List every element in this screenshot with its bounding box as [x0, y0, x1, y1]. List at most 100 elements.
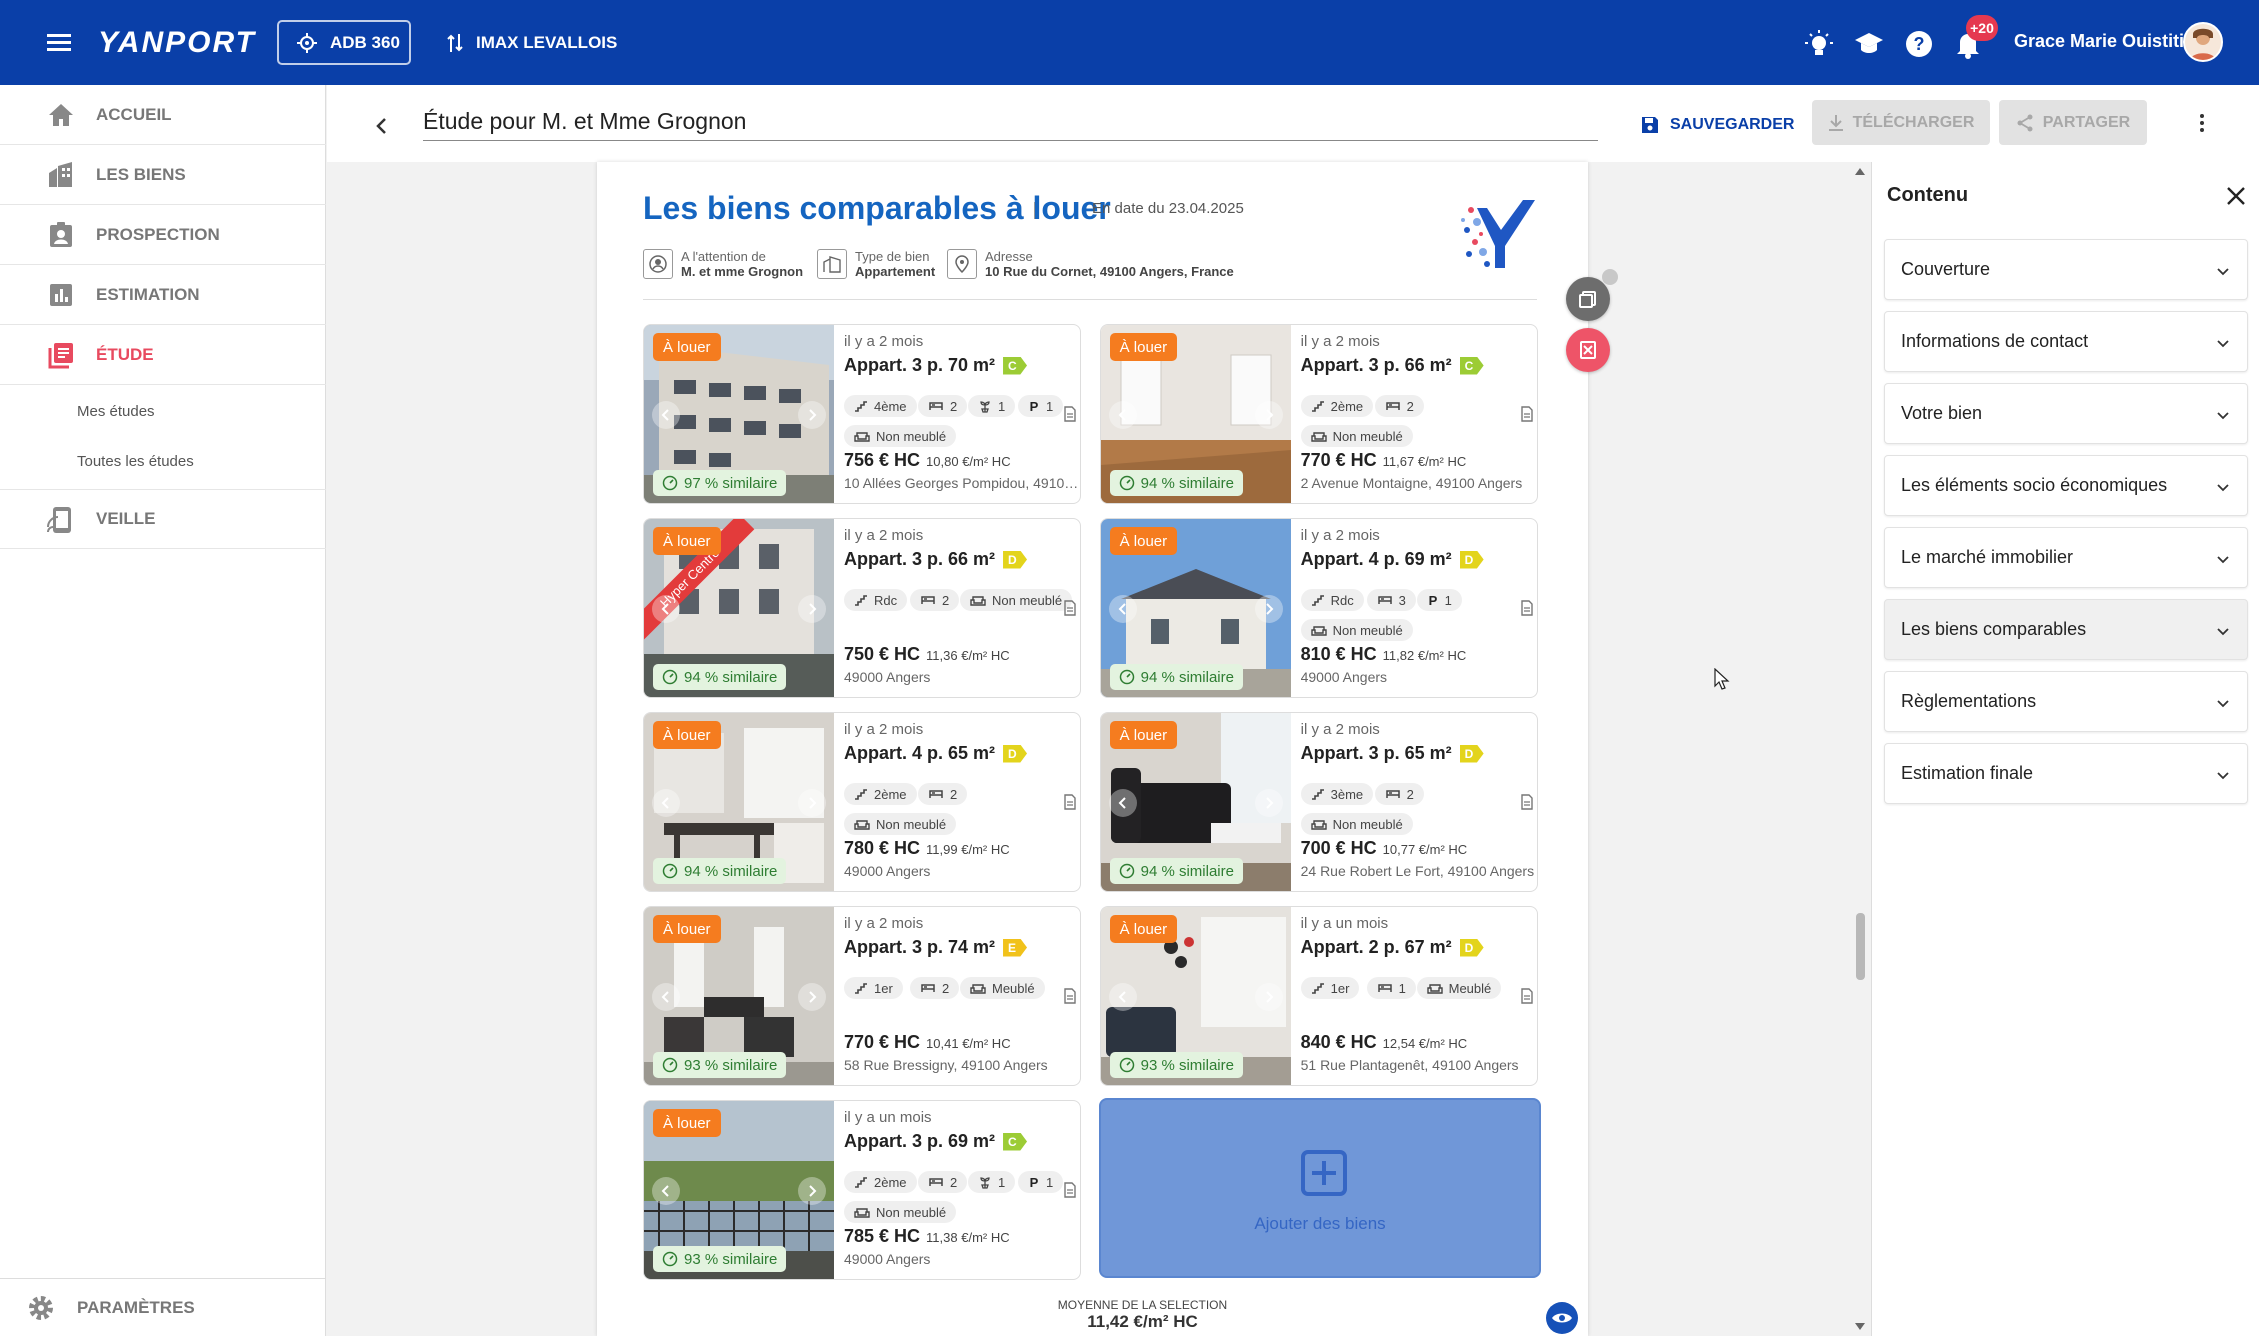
app-logo[interactable]: YANPORT [98, 26, 256, 60]
feature-chip: 2 [918, 395, 968, 417]
chevron-down-icon [2215, 767, 2231, 783]
property-photo[interactable]: À louer 94 % similaire [644, 713, 834, 891]
accordion-item[interactable]: Votre bien [1884, 383, 2248, 444]
user-name[interactable]: Grace Marie Ouistiti [2014, 31, 2184, 52]
document-icon[interactable] [1519, 405, 1535, 423]
accordion-item[interactable]: Règlementations [1884, 671, 2248, 732]
document-icon[interactable] [1062, 405, 1078, 423]
property-card[interactable]: À louer 94 % similaire il y a 2 mois Appart… [643, 712, 1081, 892]
eye-icon[interactable] [1546, 1302, 1578, 1334]
average-value: 11,42 €/m² HC [1087, 1312, 1198, 1331]
chevron-right-icon[interactable] [1254, 983, 1283, 1011]
similarity-text: 94 % similaire [1140, 474, 1234, 492]
property-photo[interactable]: À louer 93 % similaire [644, 907, 834, 1085]
property-photo[interactable]: À louer 97 % similaire [644, 325, 834, 503]
chevron-right-icon[interactable] [798, 401, 826, 429]
chevron-left-icon[interactable] [652, 1177, 680, 1205]
chevron-right-icon[interactable] [1254, 401, 1283, 429]
accordion-item[interactable]: Estimation finale [1884, 743, 2248, 804]
sidebar-item-veille[interactable]: VEILLE [0, 489, 326, 549]
sidebar-item-estimation[interactable]: ESTIMATION [0, 265, 326, 325]
property-card[interactable]: À louer 94 % similaire il y a 2 mois Appart… [1099, 712, 1538, 892]
property-photo[interactable]: À louer 94 % similaire [1100, 519, 1291, 697]
meta-address-value: 10 Rue du Cornet, 49100 Angers, France [985, 264, 1234, 279]
property-card[interactable]: À louer 94 % similaire il y a 2 mois Appart… [1099, 518, 1538, 698]
feature-value: Meublé [1448, 980, 1492, 996]
dpe-badge: D [1459, 938, 1484, 957]
sidebar-item-prospection[interactable]: PROSPECTION [0, 205, 326, 265]
lightbulb-icon[interactable] [1804, 29, 1834, 59]
chevron-left-icon[interactable] [652, 789, 680, 817]
chevron-left-icon[interactable] [1108, 789, 1137, 817]
scroll-down-arrow[interactable] [1854, 1322, 1866, 1332]
avatar[interactable] [2183, 22, 2223, 62]
delete-page-button[interactable] [1566, 328, 1610, 372]
property-card[interactable]: À louer 94 % similaire il y a 2 mois Appart… [1099, 324, 1538, 504]
close-icon[interactable] [2224, 184, 2248, 208]
feature-value: 2ème [1330, 398, 1364, 414]
chevron-right-icon[interactable] [1254, 595, 1283, 623]
property-photo[interactable]: À louer 93 % similaire [644, 1101, 834, 1279]
document-icon[interactable] [1062, 793, 1078, 811]
document-icon[interactable] [1519, 793, 1535, 811]
accordion-item[interactable]: Le marché immobilier [1884, 527, 2248, 588]
chevron-left-icon[interactable] [1108, 983, 1137, 1011]
sidebar-item-les-biens[interactable]: LES BIENS [0, 145, 326, 205]
chevron-right-icon[interactable] [1254, 789, 1283, 817]
property-card[interactable]: Hyper Centre À louer 94 % similaire il y a … [643, 518, 1081, 698]
gauge-icon [1119, 1057, 1135, 1073]
property-card[interactable]: À louer 93 % similaire il y a un mois Appar… [1099, 906, 1538, 1086]
accordion-item[interactable]: Les éléments socio économiques [1884, 455, 2248, 516]
property-card[interactable]: À louer 97 % similaire il y a 2 mois Appart… [643, 324, 1081, 504]
document-icon[interactable] [1519, 599, 1535, 617]
help-icon[interactable]: ? [1904, 29, 1934, 59]
document-icon[interactable] [1519, 987, 1535, 1005]
property-photo[interactable]: À louer 93 % similaire [1100, 907, 1291, 1085]
scrollbar-thumb[interactable] [1856, 913, 1865, 980]
agency-switch[interactable]: IMAX LEVALLOIS [446, 20, 617, 65]
adb360-button[interactable]: ADB 360 [277, 20, 411, 65]
property-title: Appart. 3 p. 65 m² D [1301, 743, 1484, 764]
scroll-up-arrow[interactable] [1854, 166, 1866, 176]
chevron-right-icon[interactable] [798, 595, 826, 623]
chevron-left-icon[interactable] [652, 595, 680, 623]
graduation-cap-icon[interactable] [1854, 29, 1884, 59]
property-photo[interactable]: Hyper Centre À louer 94 % similaire [644, 519, 834, 697]
chevron-left-icon[interactable] [652, 983, 680, 1011]
copy-page-button[interactable] [1566, 277, 1610, 321]
sidebar-item-etude[interactable]: ÉTUDE [0, 325, 326, 385]
property-photo[interactable]: À louer 94 % similaire [1100, 713, 1291, 891]
download-button[interactable]: TÉLÉCHARGER [1812, 100, 1990, 145]
sidebar-item-parametres[interactable]: PARAMÈTRES [0, 1278, 326, 1336]
property-info: il y a un mois Appart. 2 p. 67 m² D 1er 1 Meu… [1300, 907, 1537, 1085]
sidebar-item-accueil[interactable]: ACCUEIL [0, 85, 326, 145]
sidebar-subitem-toutes-etudes[interactable]: Toutes les études [77, 453, 194, 470]
document-icon[interactable] [1062, 1181, 1078, 1199]
accordion-item[interactable]: Les biens comparables [1884, 599, 2248, 660]
accordion-item[interactable]: Informations de contact [1884, 311, 2248, 372]
document-icon[interactable] [1062, 987, 1078, 1005]
similarity-badge: 93 % similaire [1109, 1052, 1243, 1078]
add-properties-button[interactable]: Ajouter des biens [1099, 1098, 1541, 1278]
more-vert-icon[interactable] [2189, 110, 2215, 136]
chevron-left-icon[interactable] [1108, 401, 1137, 429]
property-card[interactable]: À louer 93 % similaire il y a 2 mois Appart… [643, 906, 1081, 1086]
back-icon[interactable] [367, 111, 397, 141]
chevron-left-icon[interactable] [652, 401, 680, 429]
property-card[interactable]: À louer 93 % similaire il y a un mois Appar… [643, 1100, 1081, 1280]
save-button[interactable]: SAUVEGARDER [1640, 107, 1794, 143]
chevron-left-icon[interactable] [1108, 595, 1137, 623]
feature-chip: 2 [910, 589, 960, 611]
study-title-input[interactable] [423, 103, 1598, 141]
document-icon[interactable] [1062, 599, 1078, 617]
sidebar-subitem-mes-etudes[interactable]: Mes études [77, 403, 155, 420]
accordion-item[interactable]: Couverture [1884, 239, 2248, 300]
listing-age: il y a 2 mois [844, 721, 924, 738]
menu-icon[interactable] [42, 27, 78, 59]
share-button[interactable]: PARTAGER [1999, 100, 2147, 145]
chevron-right-icon[interactable] [798, 789, 826, 817]
chevron-right-icon[interactable] [798, 1177, 826, 1205]
property-photo[interactable]: À louer 94 % similaire [1100, 325, 1291, 503]
chevron-right-icon[interactable] [798, 983, 826, 1011]
feature-value: Meublé [992, 980, 1035, 996]
